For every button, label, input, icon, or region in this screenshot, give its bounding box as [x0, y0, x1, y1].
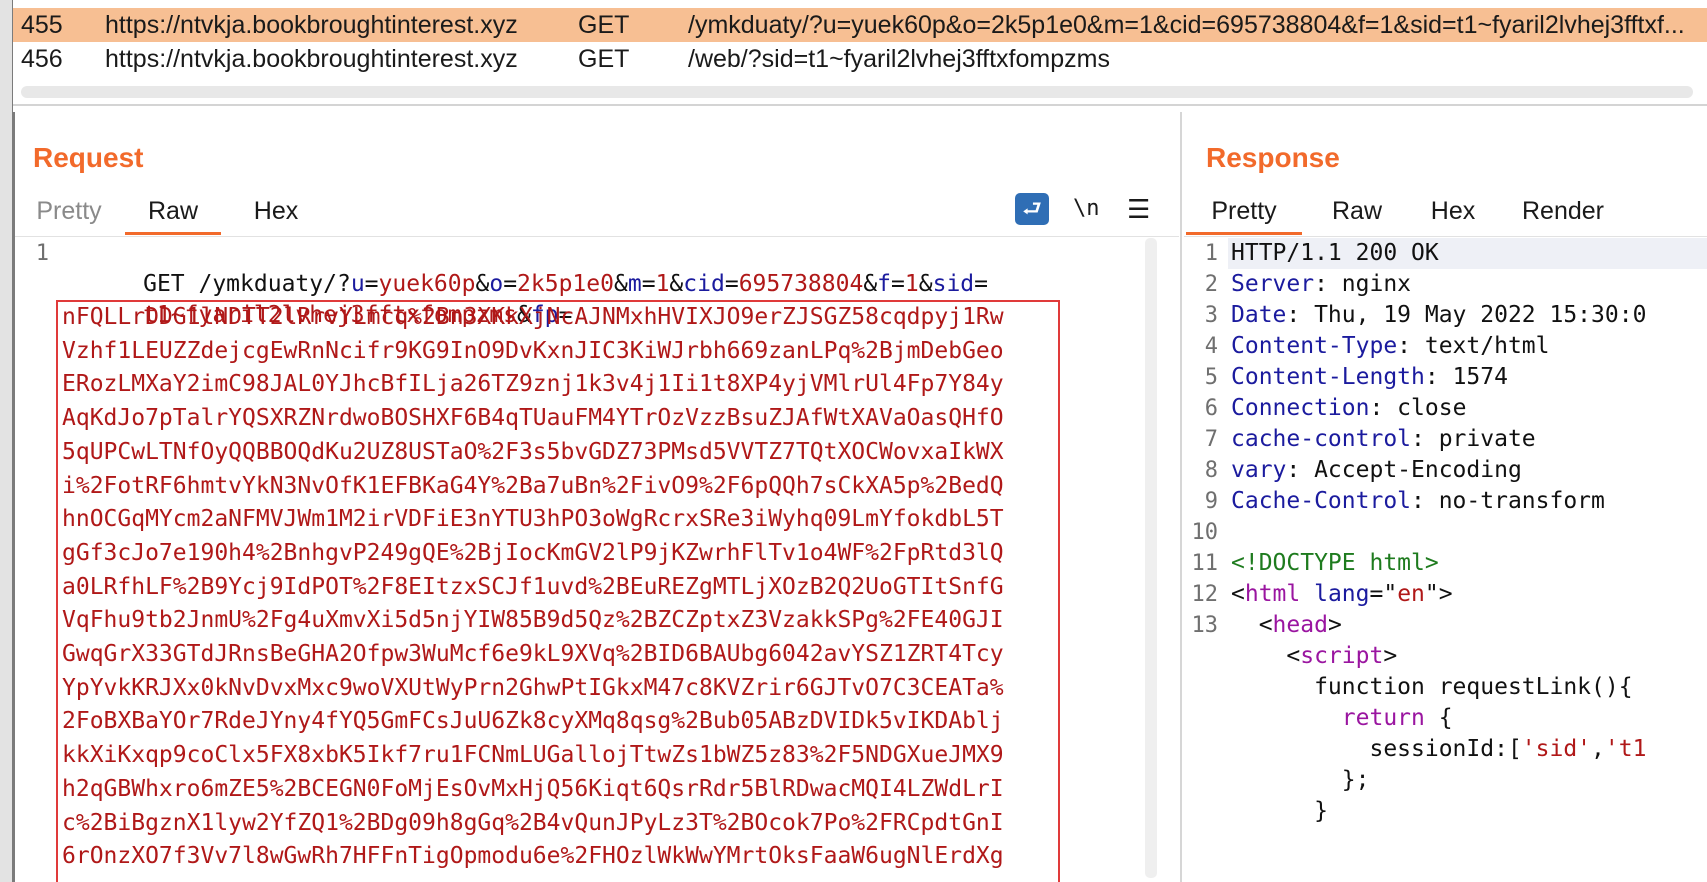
fp-value-line: a0LRfhLF%2B9Ycj9IdPOT%2F8EItzxSCJf1uvd%2… [62, 573, 1004, 600]
history-row-456[interactable]: 456 https://ntvkja.bookbroughtinterest.x… [13, 42, 1707, 76]
tab-response-hex[interactable]: Hex [1410, 190, 1496, 232]
tab-response-render[interactable]: Render [1508, 190, 1618, 232]
request-title: Request [33, 142, 144, 173]
fp-value-line: YpYvkKRJXx0kNvDvxMxc9woVXUtWyPrn2GhwPtIG… [62, 674, 1004, 701]
http-history-table: 455 https://ntvkja.bookbroughtinterest.x… [13, 0, 1707, 112]
fp-value-line: nFQLLrDDG1lNDTT2lRrvYLmcq%2Bn3XKkXjNcAJN… [62, 304, 1004, 330]
fp-value-line: 2FoBXBaYOr7RdeJYny4fYQ5GmFCsJuU6Zk8cyXMq… [62, 708, 1004, 735]
fp-value-line: 6rOnzXO7f3Vv7l8wGwRh7HFFnTigOpmodu6e%2FH… [62, 843, 1004, 870]
history-divider[interactable] [13, 104, 1707, 106]
response-line: sessionId:['sid','t1 [1231, 736, 1647, 762]
tab-request-hex[interactable]: Hex [233, 190, 319, 232]
fp-value-line: i%2FotRF6hmtvYkN3NvOfK1EFBKaG4Y%2Ba7uBn%… [62, 472, 1004, 499]
newline-toggle-button[interactable]: \n [1073, 190, 1100, 228]
response-line: <html lang="en"> [1231, 581, 1453, 607]
line-number: 1 [35, 241, 49, 266]
line-number: 6 [1204, 396, 1218, 421]
request-line-1: GET /ymkduaty/?u=yuek60p&o=2k5p1e0&m=1&c… [143, 271, 989, 297]
fp-value-line: h2qGBWhxro6mZE5%2BCEGN0FoMjEsOvMxHjQ56Ki… [62, 775, 1004, 802]
fp-value-line: hnOCGqMYcm2aNFMVJWm1M2irVDFiE3nYTU3hPO3o… [62, 506, 1004, 533]
line-number [1184, 641, 1218, 672]
line-number [1184, 796, 1218, 827]
line-number: 7 [1204, 427, 1218, 452]
line-number [1184, 734, 1218, 765]
response-title: Response [1206, 142, 1340, 173]
row-url: /web/?sid=t1~fyaril2lvhej3fftxfompzms [688, 45, 1110, 73]
fp-value-line: VqFhu9tb2JnmU%2Fg4uXmvXi5d5njYIW85B9d5Qz… [62, 607, 1004, 634]
row-url: /ymkduaty/?u=yuek60p&o=2k5p1e0&m=1&cid=6… [688, 11, 1685, 39]
response-tab-underline [1184, 236, 1707, 237]
response-line: Date: Thu, 19 May 2022 15:30:0 [1231, 302, 1647, 328]
line-number: 3 [1204, 303, 1218, 328]
fp-value-line: kkXiKxqp9coClx5FX8xbK5Ikf7ru1FCNmLUGallo… [62, 742, 1004, 769]
fp-value-line: 5qUPCwLTNfOyQQBBOQdKu2UZ8USTaO%2F3s5bvGD… [62, 438, 1004, 465]
row-method: GET [578, 11, 630, 39]
row-host: https://ntvkja.bookbroughtinterest.xyz [105, 11, 518, 39]
line-number: 13 [1191, 613, 1219, 638]
request-editor[interactable]: 1 GET /ymkduaty/?u=yuek60p&o=2k5p1e0&m=1… [15, 238, 1179, 882]
response-line: vary: Accept-Encoding [1231, 457, 1522, 483]
row-id: 456 [21, 45, 63, 73]
request-panel: Request Pretty Raw Hex ⮐ \n ☰ 1 GET /ymk… [15, 112, 1179, 882]
response-line: return { [1341, 705, 1453, 731]
fp-value-line: c%2BiBgznX1lyw2YfZQ1%2BDg09h8gGq%2B4vQun… [62, 809, 1004, 836]
line-number: 9 [1204, 489, 1218, 514]
hamburger-menu-icon[interactable]: ☰ [1127, 190, 1150, 228]
line-number: 11 [1191, 551, 1219, 576]
row-id: 455 [21, 11, 63, 39]
line-number: 2 [1204, 272, 1218, 297]
row-host: https://ntvkja.bookbroughtinterest.xyz [105, 45, 518, 73]
response-line: Server: nginx [1231, 271, 1412, 297]
request-vertical-scrollbar[interactable] [1145, 238, 1157, 878]
line-number: 12 [1191, 582, 1219, 607]
response-editor[interactable]: 1 HTTP/1.1 200 OK 2 Server: nginx 3 Date: Thu… [1184, 238, 1707, 882]
response-line: } [1231, 798, 1328, 824]
line-number: 4 [1204, 334, 1218, 359]
history-row-455[interactable]: 455 https://ntvkja.bookbroughtinterest.x… [13, 8, 1707, 42]
response-line: <!DOCTYPE html> [1231, 550, 1439, 576]
response-line: Connection: close [1231, 395, 1467, 421]
history-horizontal-scrollbar[interactable] [21, 86, 1693, 98]
line-number: 5 [1204, 365, 1218, 390]
fp-value-line: ERozLMXaY2imC98JAL0YJhcBfILja26TZ9znj1k3… [62, 371, 1004, 398]
fp-value-line: gGf3cJo7e190h4%2BnhgvP249gQE%2BjIocKmGV2… [62, 539, 1004, 566]
response-line: <head> [1231, 612, 1342, 638]
response-line: cache-control: private [1231, 426, 1536, 452]
response-line: Cache-Control: no-transform [1231, 488, 1605, 514]
line-number: 1 [1204, 241, 1218, 266]
line-number: 8 [1204, 458, 1218, 483]
line-number [1184, 703, 1218, 734]
response-line: Content-Length: 1574 [1231, 364, 1508, 390]
row-method: GET [578, 45, 630, 73]
fp-value-line: GwqGrX33GTdJRnsBeGHA2Ofpw3WuMcf6e9kL9XVq… [62, 641, 1004, 667]
tab-response-pretty[interactable]: Pretty [1186, 190, 1302, 235]
fp-value-line: Vzhf1LEUZZdejcgEwRnNcifr9KG9InO9DvKxnJIC… [62, 337, 1004, 364]
line-number [1184, 672, 1218, 703]
response-line: HTTP/1.1 200 OK [1231, 240, 1439, 266]
response-line: <script> [1231, 643, 1398, 669]
response-line: Content-Type: text/html [1231, 333, 1550, 359]
request-line-1-wrap: t1~fyaril2lvhej3fftxfompzms&fp= [143, 302, 573, 328]
wrap-lines-icon[interactable]: ⮐ [1015, 193, 1049, 225]
request-tab-underline [15, 236, 1179, 237]
response-line: }; [1231, 767, 1370, 793]
response-line: function requestLink(){ [1231, 674, 1633, 700]
line-number [1184, 765, 1218, 796]
fp-value-line: AqKdJo7pTalrYQSXRZNrdwoBOSHXF6B4qTUauFM4… [62, 405, 1004, 432]
tab-request-raw[interactable]: Raw [125, 190, 221, 235]
line-number: 10 [1191, 520, 1219, 545]
response-panel: Response Pretty Raw Hex Render 1 HTTP/1.1… [1184, 112, 1707, 882]
tab-response-raw[interactable]: Raw [1314, 190, 1400, 232]
tab-request-pretty[interactable]: Pretty [25, 190, 113, 232]
panel-splitter[interactable] [1180, 112, 1182, 882]
